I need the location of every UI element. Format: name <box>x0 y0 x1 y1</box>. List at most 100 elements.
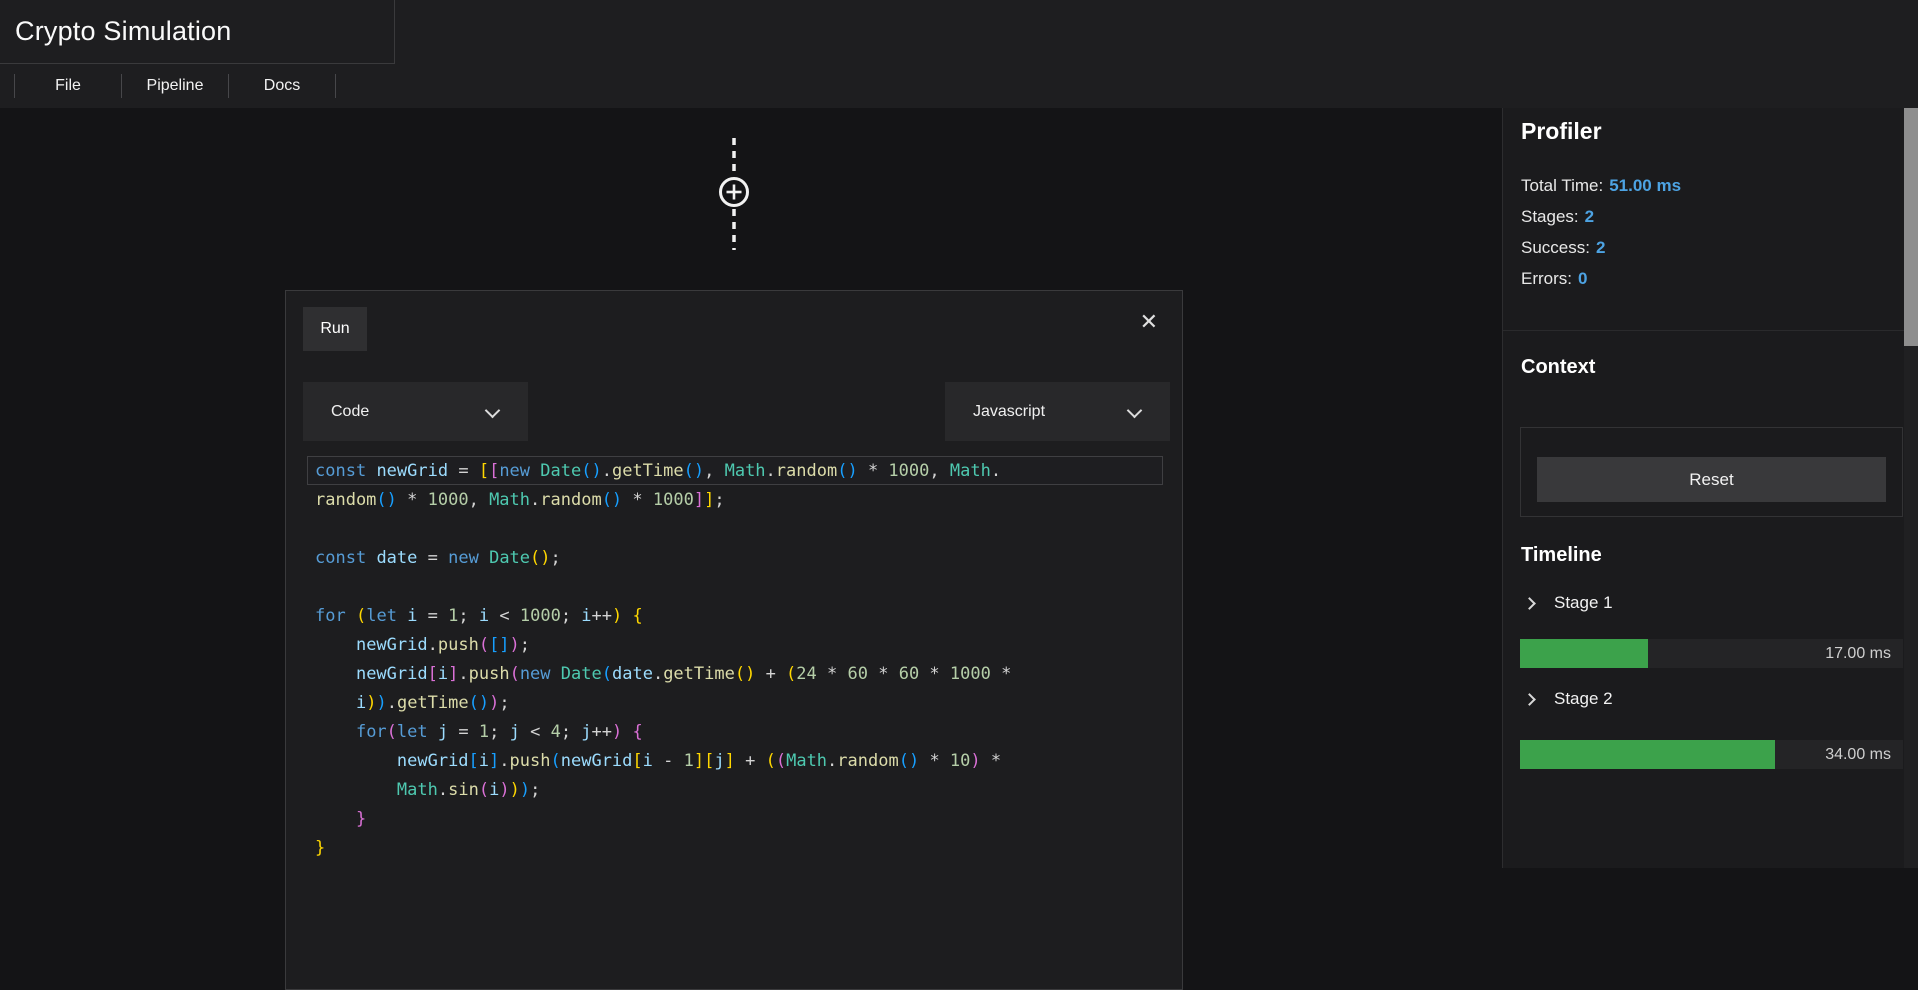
code-line: const newGrid = [[new Date().getTime(), … <box>307 456 1163 485</box>
code-token: push <box>509 751 551 771</box>
menu-item-pipeline[interactable]: Pipeline <box>122 77 228 95</box>
code-token: getTime <box>663 664 735 684</box>
code-token: ( <box>775 751 787 771</box>
code-token: [ <box>632 751 643 771</box>
code-token: for <box>315 606 346 626</box>
code-token: . <box>386 693 397 713</box>
code-token: } <box>315 838 326 858</box>
code-token: ) <box>612 606 623 626</box>
stat-total-time: Total Time: 51.00 ms <box>1521 176 1682 195</box>
run-button[interactable]: Run <box>303 307 367 351</box>
code-token: j <box>714 751 725 771</box>
language-value: Javascript <box>973 402 1046 420</box>
code-token: i <box>642 751 653 771</box>
code-token: 10 <box>949 751 971 771</box>
code-token: const <box>315 461 367 481</box>
code-line: } <box>307 833 1163 862</box>
code-token: i <box>489 780 500 800</box>
menu-item-docs[interactable]: Docs <box>229 77 335 95</box>
circle-plus-icon[interactable] <box>674 132 794 254</box>
code-token: = <box>448 722 479 742</box>
code-token: random <box>837 751 899 771</box>
code-token: ++ <box>591 722 613 742</box>
code-token: new <box>448 548 479 568</box>
code-token: ( <box>786 664 797 684</box>
code-token: , <box>468 490 490 510</box>
code-line: const date = new Date(); <box>307 543 1163 572</box>
menu-item-file[interactable]: File <box>15 77 121 95</box>
code-token: . <box>827 751 838 771</box>
block-type-dropdown[interactable]: Code <box>303 382 528 441</box>
code-token: random <box>775 461 838 481</box>
code-token: Math <box>489 490 531 510</box>
code-token: < <box>519 722 551 742</box>
code-token: () <box>837 461 858 481</box>
scrollbar-thumb[interactable] <box>1904 108 1918 346</box>
profiler-stats: Total Time: 51.00 ms Stages: 2 Success: 2 E… <box>1521 170 1681 294</box>
code-token: ) <box>499 780 510 800</box>
stat-value: 2 <box>1595 238 1606 257</box>
stage-1-bar: 17.00 ms <box>1520 639 1903 668</box>
code-token: 24 <box>796 664 817 684</box>
code-token: i <box>437 664 449 684</box>
code-token: ) <box>970 751 981 771</box>
code-token: [ <box>427 664 438 684</box>
stat-stages: Stages: 2 <box>1521 207 1595 226</box>
code-token: ; <box>458 606 479 626</box>
stage-name: Stage 2 <box>1554 689 1613 708</box>
code-token: Math <box>396 780 438 800</box>
code-token: () <box>601 490 623 510</box>
code-token: new <box>519 664 551 684</box>
scrollbar-track[interactable] <box>1904 108 1918 868</box>
code-block[interactable]: const newGrid = [[new Date().getTime(), … <box>307 456 1163 862</box>
code-token: push <box>437 635 479 655</box>
code-token: Date <box>540 461 582 481</box>
code-token: < <box>489 606 520 626</box>
stage-1-bar-fill <box>1520 639 1648 668</box>
block-type-value: Code <box>331 402 370 420</box>
code-token: ++ <box>591 606 613 626</box>
code-token: = <box>417 606 449 626</box>
close-icon[interactable]: ✕ <box>1140 311 1158 333</box>
menubar: File Pipeline Docs <box>0 64 1918 108</box>
code-token: let <box>396 722 428 742</box>
chevron-right-icon <box>1523 596 1536 610</box>
code-token: } <box>355 809 367 829</box>
language-dropdown[interactable]: Javascript <box>945 382 1170 441</box>
stage-1-toggle[interactable]: Stage 1 <box>1523 590 1613 616</box>
code-line: Math.sin(i))); <box>307 775 1163 804</box>
code-token: 1000 <box>427 490 469 510</box>
code-token: * <box>867 664 899 684</box>
code-token: ( <box>765 751 776 771</box>
stage-2-toggle[interactable]: Stage 2 <box>1523 686 1613 712</box>
code-token: sin <box>448 780 479 800</box>
code-token: * <box>622 490 653 510</box>
code-token: ) <box>376 693 387 713</box>
code-token: ( <box>355 606 367 626</box>
code-token: ; <box>560 606 582 626</box>
code-token: ] <box>693 751 705 771</box>
code-token: . <box>601 461 612 481</box>
code-token: newGrid <box>396 751 469 771</box>
code-line: } <box>307 804 1163 833</box>
code-token: * <box>816 664 848 684</box>
code-token: [ <box>478 461 490 481</box>
code-token: getTime <box>611 461 684 481</box>
reset-button[interactable]: Reset <box>1537 457 1886 502</box>
code-token: () <box>683 461 705 481</box>
code-token: ( <box>386 722 397 742</box>
stage-name: Stage 1 <box>1554 593 1613 612</box>
code-token: newGrid <box>355 635 428 655</box>
code-token: i <box>581 606 592 626</box>
context-panel: Reset <box>1520 427 1903 517</box>
